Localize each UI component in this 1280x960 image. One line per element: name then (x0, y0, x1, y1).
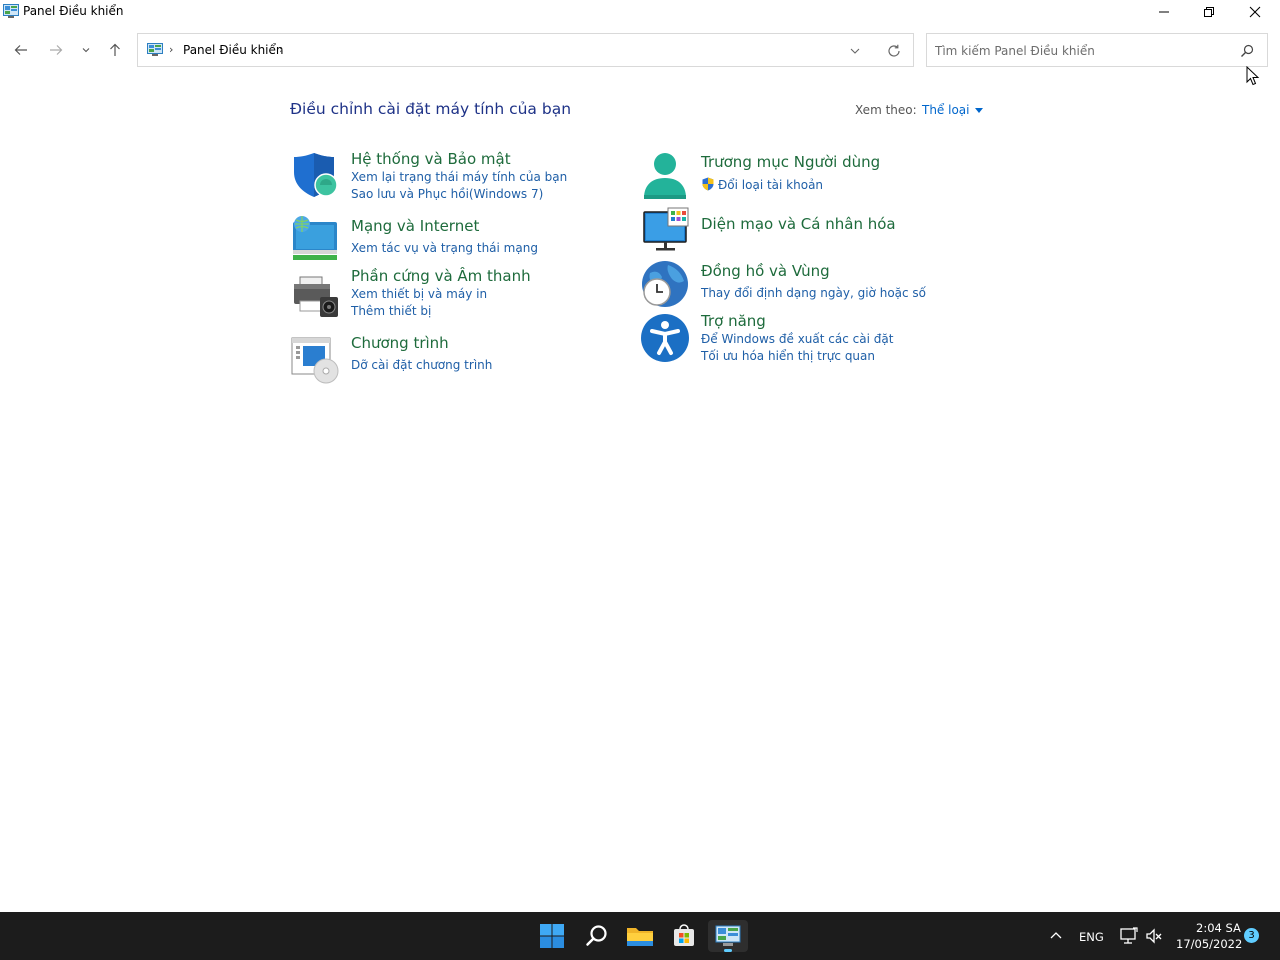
start-button[interactable] (532, 920, 572, 952)
title-bar: Panel Điều khiển (0, 0, 1280, 24)
caret-down-icon (974, 107, 983, 113)
taskbar: ENG 2:04 SA 17/05/2022 (0, 912, 1280, 960)
store-icon (674, 924, 694, 946)
link-add-device[interactable]: Thêm thiết bị (351, 304, 431, 318)
link-backup-restore[interactable]: Sao lưu và Phục hồi(Windows 7) (351, 187, 543, 201)
link-change-account-type[interactable]: Đổi loại tài khoản (701, 177, 823, 192)
link-optimize-visual-display[interactable]: Tối ưu hóa hiển thị trực quan (701, 349, 875, 363)
minimize-icon (1159, 11, 1169, 13)
close-icon (1249, 6, 1261, 18)
mouse-cursor-icon (1246, 66, 1260, 86)
search-box[interactable] (926, 33, 1268, 67)
view-by-value[interactable]: Thể loại (922, 103, 970, 117)
view-by-dropdown[interactable]: Thể loại (922, 103, 983, 117)
network-internet-icon[interactable] (290, 214, 340, 264)
search-icon[interactable] (1240, 44, 1254, 58)
arrow-right-icon (50, 45, 63, 55)
breadcrumb-separator[interactable]: › (169, 43, 173, 56)
link-uninstall-program[interactable]: Dỡ cài đặt chương trình (351, 358, 492, 372)
notification-badge[interactable]: 3 (1244, 928, 1259, 943)
clock-date[interactable]: 17/05/2022 (1176, 937, 1242, 951)
category-title-system-security[interactable]: Hệ thống và Bảo mật (351, 150, 511, 168)
view-by-label: Xem theo: (855, 103, 917, 117)
arrow-up-icon (110, 43, 120, 56)
file-explorer-button[interactable] (620, 920, 660, 952)
user-accounts-icon[interactable] (640, 151, 690, 201)
category-title-accessibility[interactable]: Trợ năng (701, 312, 766, 330)
start-icon (540, 924, 564, 948)
clock-time[interactable]: 2:04 SA (1196, 921, 1241, 935)
active-app-indicator (724, 949, 732, 952)
link-view-devices-printers[interactable]: Xem thiết bị và máy in (351, 287, 487, 301)
back-button[interactable] (9, 38, 33, 62)
refresh-icon[interactable] (886, 43, 902, 59)
category-title-programs[interactable]: Chương trình (351, 334, 449, 352)
arrow-left-icon (14, 45, 27, 55)
link-let-windows-suggest[interactable]: Để Windows đề xuất các cài đặt (701, 332, 893, 346)
system-security-icon[interactable] (290, 150, 340, 200)
close-button[interactable] (1232, 0, 1278, 24)
link-review-computer-status[interactable]: Xem lại trạng thái máy tính của bạn (351, 170, 567, 184)
category-title-appearance[interactable]: Diện mạo và Cá nhân hóa (701, 215, 896, 233)
link-view-network-status[interactable]: Xem tác vụ và trạng thái mạng (351, 241, 538, 255)
control-panel-icon (3, 4, 19, 18)
store-button[interactable] (664, 920, 704, 952)
appearance-icon[interactable] (640, 206, 690, 256)
category-title-user-accounts[interactable]: Trương mục Người dùng (701, 153, 880, 171)
address-dropdown-icon[interactable] (848, 44, 862, 58)
category-title-hardware-sound[interactable]: Phần cứng và Âm thanh (351, 267, 531, 285)
control-panel-taskbar-button[interactable] (708, 920, 748, 952)
chevron-up-icon[interactable] (1049, 930, 1063, 942)
file-explorer-icon (627, 928, 653, 946)
uac-shield-icon (702, 177, 714, 191)
network-icon[interactable] (1119, 927, 1139, 945)
volume-muted-icon[interactable] (1145, 927, 1163, 945)
window-title: Panel Điều khiển (23, 4, 124, 18)
control-panel-icon (147, 43, 163, 56)
control-panel-icon (715, 925, 741, 946)
breadcrumb-separator[interactable]: › (279, 43, 283, 56)
language-indicator[interactable]: ENG (1079, 930, 1104, 944)
restore-icon (1204, 7, 1214, 17)
minimize-button[interactable] (1141, 0, 1187, 24)
address-bar[interactable]: › Panel Điều khiển › (137, 33, 914, 67)
recent-locations-button[interactable] (75, 38, 97, 62)
category-title-clock-region[interactable]: Đồng hồ và Vùng (701, 262, 830, 280)
page-title: Điều chỉnh cài đặt máy tính của bạn (290, 100, 572, 118)
chevron-down-icon (82, 48, 90, 53)
category-title-network-internet[interactable]: Mạng và Internet (351, 217, 479, 235)
link-change-account-type-label[interactable]: Đổi loại tài khoản (718, 178, 823, 192)
hardware-sound-icon[interactable] (290, 271, 340, 321)
search-icon (586, 925, 607, 946)
link-change-date-format[interactable]: Thay đổi định dạng ngày, giờ hoặc số (701, 286, 926, 300)
clock-region-icon[interactable] (640, 259, 690, 309)
search-input[interactable] (935, 42, 1225, 60)
breadcrumb-control-panel[interactable]: Panel Điều khiển (183, 43, 284, 57)
programs-icon[interactable] (290, 335, 340, 385)
forward-button[interactable] (44, 38, 68, 62)
up-button[interactable] (103, 38, 127, 62)
restore-button[interactable] (1186, 0, 1232, 24)
taskbar-search-button[interactable] (577, 920, 617, 952)
accessibility-icon[interactable] (640, 313, 690, 363)
